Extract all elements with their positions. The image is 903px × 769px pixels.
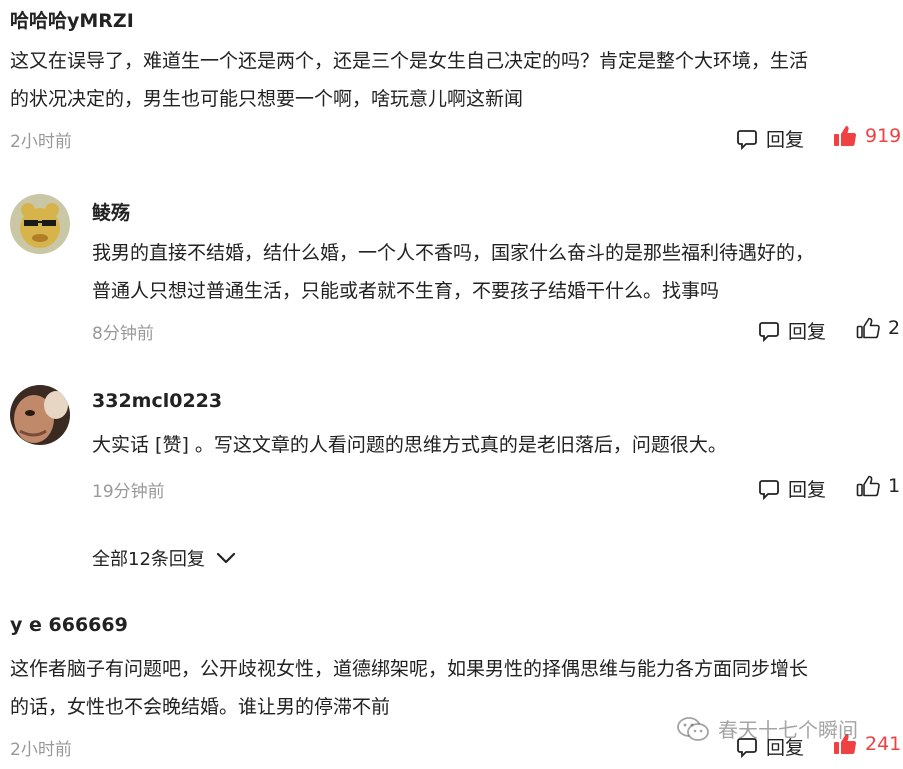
comment-content: 这又在误导了，难道生一个还是两个，还是三个是女生自己决定的吗？肯定是整个大环境，… bbox=[10, 42, 808, 118]
comment-username[interactable]: y e 666669 bbox=[10, 614, 128, 636]
reply-username[interactable]: 鲮殇 bbox=[92, 198, 130, 225]
reply-label: 回复 bbox=[766, 129, 805, 151]
comment-bubble-icon bbox=[759, 321, 779, 342]
like-count: 1 bbox=[888, 475, 901, 497]
like-button[interactable]: 2 bbox=[856, 317, 900, 339]
comment-bubble-icon bbox=[737, 129, 757, 150]
like-button[interactable]: 1 bbox=[856, 475, 900, 497]
watermark: 春天十七个瞬间 bbox=[676, 714, 858, 743]
watermark-text: 春天十七个瞬间 bbox=[718, 718, 858, 742]
like-count: 2 bbox=[888, 317, 901, 339]
reply-content: 我男的直接不结婚，结什么婚，一个人不香吗，国家什么奋斗的是那些福利待遇好的， 普… bbox=[92, 234, 814, 310]
reply-item: 332mcl0223 大实话 [赞] 。写这文章的人看问题的思维方式真的是老旧落… bbox=[0, 382, 903, 507]
thumbs-up-icon bbox=[856, 475, 880, 497]
comment-bubble-icon bbox=[759, 479, 779, 500]
avatar[interactable] bbox=[10, 194, 70, 254]
reply-label: 回复 bbox=[788, 321, 827, 343]
reply-text-line: 大实话 [赞] 。写这文章的人看问题的思维方式真的是老旧落后，问题很大。 bbox=[92, 434, 727, 456]
comment-time: 2小时前 bbox=[10, 132, 72, 152]
reply-content: 大实话 [赞] 。写这文章的人看问题的思维方式真的是老旧落后，问题很大。 bbox=[92, 426, 727, 464]
like-count: 919 bbox=[865, 125, 902, 147]
reply-button[interactable]: 回复 bbox=[758, 317, 826, 344]
expand-replies-button[interactable]: 全部12条回复 bbox=[92, 545, 237, 571]
comment-text-line: 这又在误导了，难道生一个还是两个，还是三个是女生自己决定的吗？肯定是整个大环境，… bbox=[10, 50, 809, 72]
thumbs-up-icon bbox=[856, 317, 880, 339]
comment: 哈哈哈yMRZI 这又在误导了，难道生一个还是两个，还是三个是女生自己决定的吗？… bbox=[0, 0, 903, 175]
like-button[interactable]: 919 bbox=[833, 125, 901, 147]
reply-username[interactable]: 332mcl0223 bbox=[92, 390, 222, 412]
comment-time: 2小时前 bbox=[10, 740, 72, 760]
like-count: 241 bbox=[865, 733, 902, 755]
wechat-icon bbox=[677, 716, 709, 741]
comment-text-line: 这作者脑子有问题吧，公开歧视女性，道德绑架呢，如果男性的择偶思维与能力各方面同步… bbox=[10, 658, 809, 680]
reply-label: 回复 bbox=[788, 479, 827, 501]
reply-item: 鲮殇 我男的直接不结婚，结什么婚，一个人不香吗，国家什么奋斗的是那些福利待遇好的… bbox=[0, 190, 903, 350]
comment-username[interactable]: 哈哈哈yMRZI bbox=[10, 6, 134, 33]
reply-time: 8分钟前 bbox=[92, 324, 154, 344]
comment-text-line: 的状况决定的，男生也可能只想要一个啊，啥玩意儿啊这新闻 bbox=[10, 88, 524, 110]
reply-text-line: 普通人只想过普通生活，只能或者就不生育，不要孩子结婚干什么。找事吗 bbox=[92, 280, 720, 302]
comment: y e 666669 这作者脑子有问题吧，公开歧视女性，道德绑架呢，如果男性的择… bbox=[0, 606, 903, 769]
reply-text-line: 我男的直接不结婚，结什么婚，一个人不香吗，国家什么奋斗的是那些福利待遇好的， bbox=[92, 242, 815, 264]
thumbs-up-filled-icon bbox=[834, 126, 857, 147]
reply-time: 19分钟前 bbox=[92, 482, 165, 502]
reply-button[interactable]: 回复 bbox=[736, 125, 804, 152]
expand-replies-label: 全部12条回复 bbox=[92, 549, 205, 570]
chevron-down-icon bbox=[216, 552, 236, 564]
avatar[interactable] bbox=[10, 385, 70, 445]
reply-button[interactable]: 回复 bbox=[758, 475, 826, 502]
